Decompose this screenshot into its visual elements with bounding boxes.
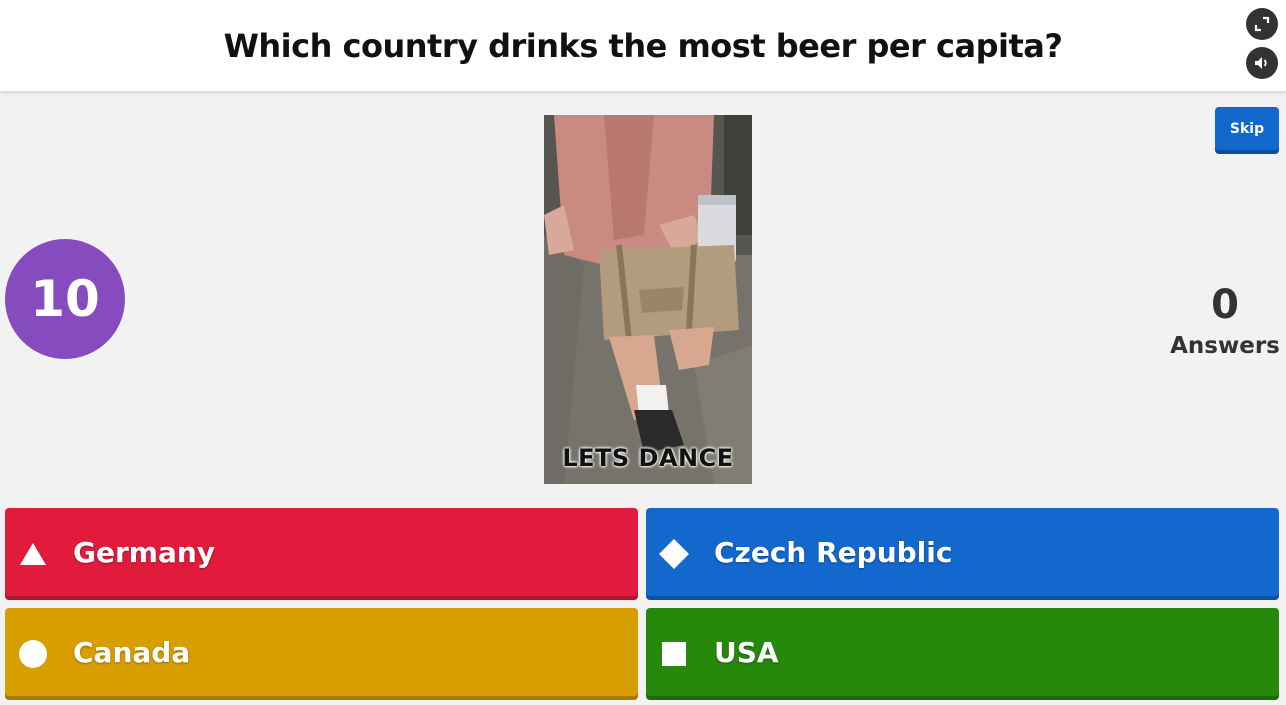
answer-option-usa[interactable]: USA: [646, 608, 1279, 700]
square-icon: [658, 638, 690, 670]
speaker-icon: [1255, 57, 1267, 69]
answer-option-germany[interactable]: Germany: [5, 508, 638, 600]
sound-button[interactable]: [1246, 47, 1278, 79]
dancing-person-image: [544, 115, 752, 484]
answers-counter: 0 Answers: [1164, 280, 1286, 362]
answer-option-czech-republic[interactable]: Czech Republic: [646, 508, 1279, 600]
diamond-icon: [658, 538, 690, 570]
question-title: Which country drinks the most beer per c…: [223, 26, 1063, 65]
question-header: Which country drinks the most beer per c…: [0, 0, 1286, 91]
triangle-icon: [17, 538, 49, 570]
countdown-timer: 10: [5, 239, 125, 359]
fullscreen-button[interactable]: [1246, 8, 1278, 40]
answer-label: Canada: [73, 635, 191, 669]
question-media: LETS DANCE: [544, 115, 752, 484]
skip-button[interactable]: Skip: [1215, 107, 1279, 154]
answer-label: Germany: [73, 535, 216, 569]
answers-count: 0: [1211, 282, 1239, 328]
answer-label: USA: [714, 635, 779, 669]
answers-label: Answers: [1170, 333, 1280, 359]
answer-option-canada[interactable]: Canada: [5, 608, 638, 700]
fullscreen-icon: [1254, 16, 1270, 32]
media-caption: LETS DANCE: [562, 444, 734, 472]
circle-icon: [17, 638, 49, 670]
answer-label: Czech Republic: [714, 535, 953, 569]
